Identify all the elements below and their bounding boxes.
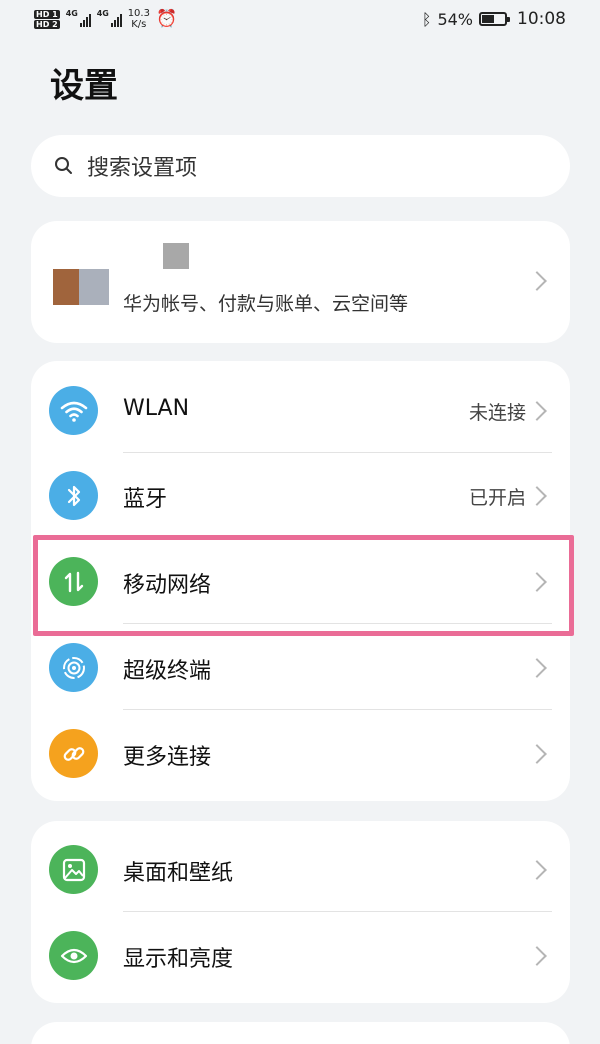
super-device-icon — [49, 643, 98, 692]
network-speed: 10.3 K/s — [128, 8, 150, 30]
next-group-partial — [31, 1022, 570, 1044]
chevron-right-icon — [527, 658, 547, 678]
avatar — [53, 269, 109, 305]
status-left: HD 1 HD 2 4G 4G 10.3 K/s ⏰ — [34, 8, 177, 30]
divider — [123, 709, 552, 710]
hd1-badge: HD 1 — [34, 9, 60, 19]
chevron-right-icon — [527, 946, 547, 966]
settings-item-label: 桌面和壁纸 — [123, 861, 234, 886]
alarm-icon: ⏰ — [155, 9, 178, 29]
search-bar[interactable]: 搜索设置项 — [31, 135, 570, 197]
chevron-right-icon — [527, 860, 547, 880]
account-name-redacted — [163, 243, 189, 269]
settings-item-label: 显示和亮度 — [123, 947, 234, 972]
battery-icon — [479, 12, 510, 26]
settings-item-super-device[interactable]: 超级终端 — [31, 625, 570, 710]
settings-item-wallpaper[interactable]: 桌面和壁纸 — [31, 827, 570, 912]
settings-item-label: 更多连接 — [123, 745, 212, 770]
search-icon — [53, 155, 75, 177]
speed-unit: K/s — [131, 19, 147, 30]
signal-2-icon: 4G — [96, 9, 122, 27]
account-card[interactable]: 华为帐号、付款与账单、云空间等 — [31, 221, 570, 343]
account-subtitle: 华为帐号、付款与账单、云空间等 — [123, 293, 409, 315]
battery-fill — [482, 15, 494, 23]
settings-item-bluetooth[interactable]: 蓝牙 已开启 — [31, 453, 570, 538]
divider — [123, 911, 552, 912]
display-group: 桌面和壁纸 显示和亮度 — [31, 821, 570, 1003]
chevron-right-icon — [527, 401, 547, 421]
clock: 10:08 — [517, 9, 566, 29]
wallpaper-icon — [49, 845, 98, 894]
status-right: ᛒ 54% 10:08 — [422, 9, 566, 29]
hd-indicators: HD 1 HD 2 — [34, 9, 60, 29]
settings-item-label: 蓝牙 — [123, 487, 168, 512]
settings-item-value: 已开启 — [468, 487, 526, 509]
network-type-2: 4G — [96, 9, 109, 18]
network-type-1: 4G — [65, 9, 78, 18]
chevron-right-icon — [527, 271, 547, 291]
speed-value: 10.3 — [127, 8, 150, 19]
signal-1-icon: 4G — [65, 9, 91, 27]
settings-item-value: 未连接 — [468, 402, 526, 424]
search-placeholder: 搜索设置项 — [87, 156, 198, 181]
chevron-right-icon — [527, 744, 547, 764]
page-title: 设置 — [50, 66, 118, 106]
settings-item-label: WLAN — [123, 396, 190, 421]
bluetooth-icon — [49, 471, 98, 520]
status-bar: HD 1 HD 2 4G 4G 10.3 K/s ⏰ ᛒ 54% 10:08 — [0, 0, 600, 38]
link-icon — [49, 729, 98, 778]
highlight-box — [33, 535, 574, 636]
settings-item-wlan[interactable]: WLAN 未连接 — [31, 368, 570, 453]
settings-item-more-connections[interactable]: 更多连接 — [31, 711, 570, 796]
settings-item-label: 超级终端 — [123, 659, 212, 684]
battery-percent: 54% — [437, 9, 473, 29]
chevron-right-icon — [527, 486, 547, 506]
bluetooth-status-icon: ᛒ — [421, 9, 432, 29]
hd2-badge: HD 2 — [34, 19, 60, 29]
settings-item-display[interactable]: 显示和亮度 — [31, 913, 570, 998]
eye-icon — [49, 931, 98, 980]
wifi-icon — [49, 386, 98, 435]
